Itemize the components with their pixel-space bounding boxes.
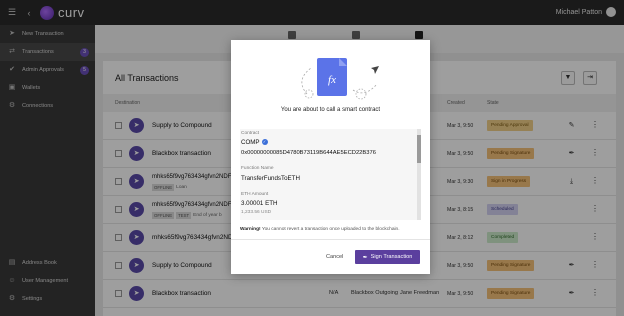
- transaction-details[interactable]: Contract COMP ✓ 0x00000000085D4780B73119B…: [240, 129, 421, 220]
- contract-label: Contract: [241, 131, 260, 136]
- contract-name: COMP: [241, 139, 260, 146]
- cancel-button[interactable]: Cancel: [326, 254, 343, 260]
- details-scrollbar[interactable]: [417, 129, 421, 220]
- dialog-divider: [231, 239, 430, 240]
- sign-transaction-button[interactable]: ✒ Sign Transaction: [355, 250, 420, 264]
- scrollbar-thumb[interactable]: [417, 135, 421, 163]
- sign-transaction-label: Sign Transaction: [370, 254, 413, 260]
- smart-contract-dialog: fx You are about to call a smart contrac…: [231, 40, 430, 274]
- svg-text:fx: fx: [328, 74, 336, 86]
- warning-message: Warning! You cannot revert a transaction…: [240, 227, 421, 232]
- function-name: TransferFundsToETH: [241, 175, 300, 182]
- warning-text: You cannot revert a transaction once upl…: [261, 227, 400, 232]
- contract-address: 0x00000000085D4780B73119B644AE5ECD22B376: [241, 150, 376, 156]
- verified-badge-icon: ✓: [261, 139, 268, 145]
- contract-name-row: COMP ✓: [241, 139, 268, 146]
- dialog-heading: You are about to call a smart contract: [280, 107, 381, 113]
- amount-value: 3.00001 ETH: [241, 200, 278, 207]
- smart-contract-illustration-icon: fx: [301, 58, 379, 100]
- pen-icon: ✒: [362, 254, 368, 261]
- amount-label: ETH Amount: [241, 192, 269, 197]
- function-label: Function Name: [241, 166, 274, 171]
- warning-title: Warning!: [240, 227, 261, 232]
- amount-usd: 1,233.56 USD: [241, 210, 272, 215]
